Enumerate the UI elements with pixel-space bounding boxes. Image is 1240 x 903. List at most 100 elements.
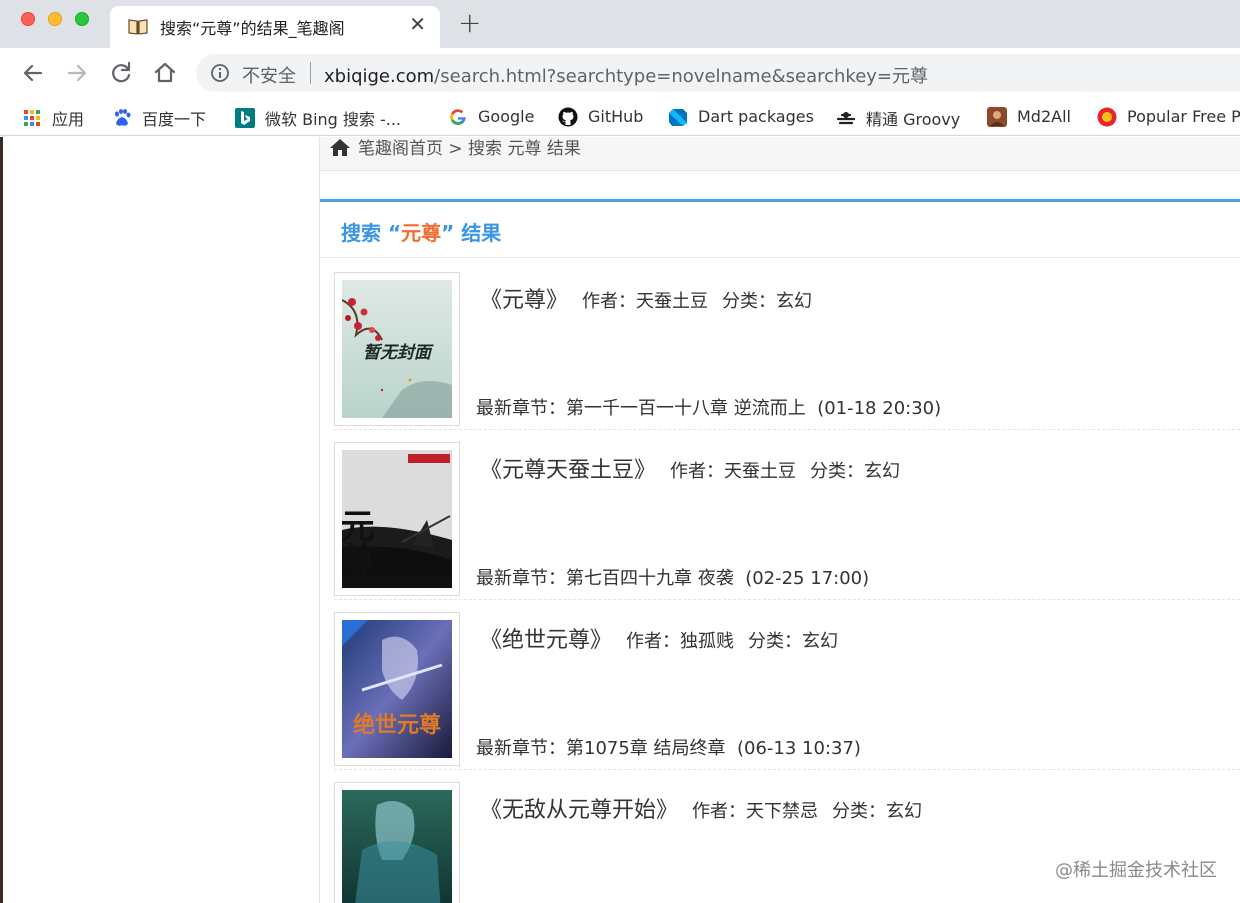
info-icon[interactable] [210,63,230,83]
url-path: /search.html?searchtype=novelname&search… [434,66,929,87]
book-category: 分类：玄幻 [722,291,813,312]
book-cover[interactable] [334,782,460,903]
update-time: (06-13 10:37) [736,738,861,759]
bookmark-groovy[interactable]: 精通 Groovy [836,106,961,129]
bookmark-md2all[interactable]: Md2All [987,106,1071,128]
google-icon [450,108,466,125]
bookmark-label: Dart packages [698,107,814,126]
bookmark-bing[interactable]: 微软 Bing 搜索 -... [235,106,402,129]
book-cover-image: 绝世元尊 [342,620,452,758]
bookmark-label: 百度一下 [142,110,207,129]
book-item: 绝世元尊 《绝世元尊》 作者：独孤贱 分类：玄幻 最新章节：第1075章 结局终章 … [334,600,1240,770]
update-time: (01-18 20:30) [817,398,942,419]
bookmark-dart[interactable]: Dart packages [668,106,814,128]
cover-text: 暂无封面 [363,343,434,363]
url-text[interactable]: xbiqige.com/search.html?searchtype=novel… [324,62,928,88]
bookmark-label: 精通 Groovy [866,110,961,129]
bookmark-apps[interactable]: 应用 [22,106,85,129]
tab-strip: 搜索“元尊”的结果_笔趣阁 ✕ + [0,0,1240,48]
book-author: 作者：独孤贱 [626,631,735,652]
bookmark-github[interactable]: GitHub [558,106,643,128]
bing-icon [235,108,255,128]
latest-chapter-link[interactable]: 最新章节：第七百四十九章 夜袭 [476,568,734,589]
results-title: 搜索 “元尊” 结果 [341,217,501,246]
md2all-icon [987,106,1007,127]
book-info-line: 《元尊天蚕土豆》 作者：天蚕土豆 分类：玄幻 [480,452,900,484]
book-cover[interactable]: 绝世元尊 [334,612,460,766]
search-keyword: 元尊 [401,221,442,245]
cover-text: 绝世元尊 [353,712,441,738]
apps-grid-icon [24,110,40,126]
tab-close-icon[interactable]: ✕ [409,14,426,34]
book-item: 《无敌从元尊开始》 作者：天下禁忌 分类：玄幻 [334,770,1240,903]
bookmark-label: Google [478,107,535,126]
active-tab[interactable]: 搜索“元尊”的结果_笔趣阁 ✕ [110,6,440,48]
book-item: 元尊 《元尊天蚕土豆》 作者：天蚕土豆 分类：玄幻 最新章节：第七百四十九章 夜袭 … [334,430,1240,600]
bookmark-google[interactable]: Google [448,106,534,128]
book-title-link[interactable]: 《无敌从元尊开始》 [480,798,678,823]
new-tab-button[interactable]: + [458,8,481,38]
github-icon [558,107,578,126]
book-category: 分类：玄幻 [748,631,839,652]
search-results: 搜索 “元尊” 结果 暂无封面 《元尊》 作者：天蚕土豆 分类：玄幻 最新章节：… [320,199,1240,903]
book-cover[interactable]: 元尊 [334,442,460,596]
window-close-button[interactable] [21,12,35,26]
book-title-link[interactable]: 《元尊天蚕土豆》 [480,458,656,483]
latest-chapter: 最新章节：第一千一百一十八章 逆流而上 (01-18 20:30) [476,394,941,420]
book-cover[interactable]: 暂无封面 [334,272,460,426]
bookmark-label: 应用 [52,110,85,129]
cover-text: 元尊 [342,508,374,576]
book-title-link[interactable]: 《绝世元尊》 [480,628,612,653]
latest-chapter-link[interactable]: 最新章节：第一千一百一十八章 逆流而上 [476,398,806,419]
back-arrow-icon[interactable] [20,60,46,86]
bookmarks-bar: 应用 百度一下 微软 Bing 搜索 -... Google GitHub Da… [0,98,1240,136]
latest-chapter: 最新章节：第1075章 结局终章 (06-13 10:37) [476,734,861,760]
watermark: @稀土掘金技术社区 [1055,860,1217,881]
popular-free-icon [1097,107,1117,126]
omnibox-divider [310,62,311,84]
bookmark-label: Md2All [1017,107,1071,126]
window-maximize-button[interactable] [75,12,89,26]
window-minimize-button[interactable] [48,12,62,26]
window-edge [0,137,3,903]
reload-icon[interactable] [108,60,134,86]
home-icon[interactable] [152,60,178,86]
latest-chapter-link[interactable]: 最新章节：第1075章 结局终章 [476,738,726,759]
main-column: 笔趣阁首页 > 搜索 元尊 结果 搜索 “元尊” 结果 暂无封面 《元尊》 作者… [319,137,1240,903]
address-bar[interactable]: 不安全 xbiqige.com/search.html?searchtype=n… [196,54,1240,92]
groovy-icon [836,112,856,125]
tab-title: 搜索“元尊”的结果_笔趣阁 [160,19,345,38]
bookmark-label: 微软 Bing 搜索 -... [265,110,402,129]
book-cover-image [342,790,452,903]
latest-chapter: 最新章节：第七百四十九章 夜袭 (02-25 17:00) [476,564,869,590]
book-item: 暂无封面 《元尊》 作者：天蚕土豆 分类：玄幻 最新章节：第一千一百一十八章 逆流而… [334,260,1240,430]
book-author: 作者：天蚕土豆 [670,461,797,482]
breadcrumb-text[interactable]: 笔趣阁首页 > 搜索 元尊 结果 [358,137,581,159]
web-page: 笔趣阁首页 > 搜索 元尊 结果 搜索 “元尊” 结果 暂无封面 《元尊》 作者… [0,137,1240,903]
bookmark-baidu[interactable]: 百度一下 [112,106,207,129]
book-category: 分类：玄幻 [810,461,901,482]
results-header: 搜索 “元尊” 结果 [320,202,1240,258]
book-author: 作者：天蚕土豆 [582,291,709,312]
placeholder-cover-image: 暂无封面 [342,280,452,418]
browser-toolbar: 不安全 xbiqige.com/search.html?searchtype=n… [0,48,1240,98]
book-info-line: 《元尊》 作者：天蚕土豆 分类：玄幻 [480,282,812,314]
book-title-link[interactable]: 《元尊》 [480,288,568,313]
book-cover-image: 元尊 [342,450,452,588]
url-host: xbiqige.com [324,66,435,87]
open-book-icon [128,19,148,35]
book-info-line: 《绝世元尊》 作者：独孤贱 分类：玄幻 [480,622,838,654]
security-label: 不安全 [242,66,296,87]
update-time: (02-25 17:00) [745,568,870,589]
dart-icon [669,108,687,126]
forward-arrow-icon[interactable] [64,60,90,86]
bookmark-label: Popular Free P [1127,107,1240,126]
bookmark-popular-free[interactable]: Popular Free P [1097,106,1240,128]
results-title-suffix: ” 结果 [441,221,502,245]
breadcrumb: 笔趣阁首页 > 搜索 元尊 结果 [320,137,1240,171]
home-icon[interactable] [329,137,351,157]
book-author: 作者：天下禁忌 [692,801,819,822]
book-category: 分类：玄幻 [832,801,923,822]
results-title-prefix: 搜索 “ [341,221,402,245]
baidu-paw-icon [115,109,131,126]
